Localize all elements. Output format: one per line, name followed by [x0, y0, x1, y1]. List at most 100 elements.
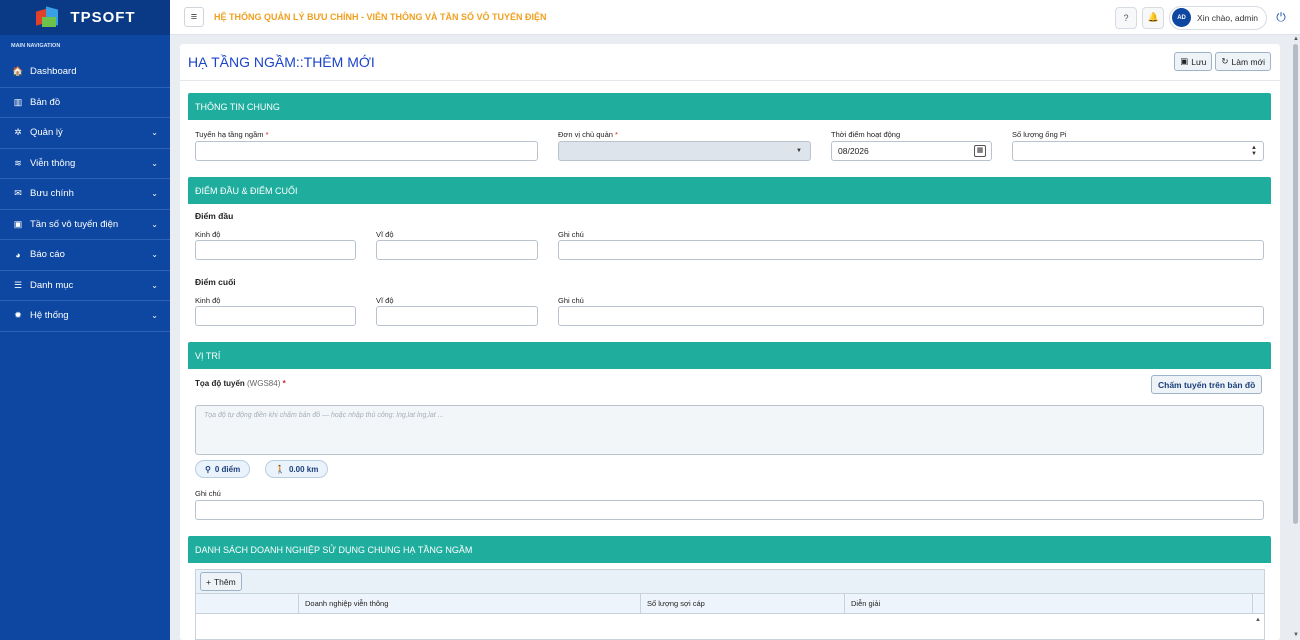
- end-lat-input[interactable]: [376, 306, 538, 326]
- start-lat-label: Vĩ độ: [376, 230, 394, 239]
- draw-route-button[interactable]: Chấm tuyến trên bản đồ: [1151, 375, 1263, 394]
- logo[interactable]: TPSOFT: [0, 0, 170, 35]
- question-icon: ?: [1123, 12, 1129, 23]
- page-scrollbar[interactable]: ▲ ▼: [1293, 36, 1299, 640]
- add-row-label: Thêm: [213, 576, 236, 587]
- sidebar-item-label: Danh mục: [30, 279, 74, 291]
- time-value: 08/2026: [838, 146, 869, 156]
- coords-label: Tọa độ tuyến (WGS84) *: [195, 379, 286, 388]
- caret-down-icon: ▼: [796, 148, 802, 154]
- system-title: HỆ THỐNG QUẢN LÝ BƯU CHÍNH - VIỄN THÔNG …: [214, 12, 547, 22]
- sidebar-item-label: Tần số vô tuyến điện: [30, 218, 119, 230]
- walking-icon: 🚶: [275, 464, 285, 474]
- plus-icon: +: [206, 576, 211, 587]
- sidebar-item-7[interactable]: ☰ Danh mục ⌄: [0, 271, 170, 301]
- help-button[interactable]: ?: [1115, 6, 1138, 29]
- col-fiber-count[interactable]: Số lượng sợi cáp: [641, 594, 845, 613]
- map-icon: ▥: [13, 96, 23, 107]
- scroll-down-icon[interactable]: ▼: [1293, 632, 1299, 638]
- avatar: AD: [1172, 8, 1192, 27]
- end-heading: Điểm cuối: [195, 277, 236, 287]
- pipe-count-input[interactable]: ▲ ▼: [1012, 141, 1264, 161]
- wifi-icon: ≋: [14, 157, 22, 168]
- chevron-down-icon: ⌄: [151, 280, 158, 290]
- pie-chart-icon: ◕: [15, 249, 21, 260]
- chevron-down-icon: ⌄: [151, 250, 158, 260]
- calendar-icon[interactable]: ▦: [974, 145, 986, 157]
- section-shared: DANH SÁCH DOANH NGHIỆP SỬ DỤNG CHUNG HẠ …: [188, 536, 1271, 563]
- end-note-input[interactable]: [558, 306, 1264, 326]
- notifications-button[interactable]: 🔔: [1142, 6, 1165, 29]
- grid-scroll-up-icon[interactable]: ▲: [1255, 617, 1261, 623]
- location-note-input[interactable]: [195, 500, 1264, 520]
- chevron-down-icon: ⌄: [151, 219, 158, 229]
- sidebar-item-3[interactable]: ≋ Viễn thông ⌄: [0, 149, 170, 179]
- distance-badge: 🚶 0.00 km: [265, 460, 329, 478]
- nav-header: MAIN NAVIGATION: [0, 35, 170, 57]
- page-header: HẠ TẦNG NGẦM::THÊM MỚI ▣ Lưu ↻ Làm mới: [180, 44, 1280, 81]
- power-icon: ⏻: [1276, 10, 1286, 24]
- sidebar-item-label: Viễn thông: [30, 157, 76, 169]
- shared-grid: + Thêm Doanh nghiệp viễn thông Số lượng s…: [195, 569, 1265, 640]
- nav-list: 🏠 Dashboard ▥ Bản đồ ✲ Quản lý ⌄ ≋ Viễn thông ⌄ ✉ B…: [0, 57, 170, 332]
- sidebar-item-4[interactable]: ✉ Bưu chính ⌄: [0, 179, 170, 210]
- add-row-button[interactable]: + Thêm: [200, 572, 242, 591]
- refresh-icon: ↻: [1221, 56, 1229, 66]
- menu-toggle-button[interactable]: ≡: [184, 7, 204, 27]
- sidebar-item-8[interactable]: ✹ Hệ thống ⌄: [0, 301, 170, 332]
- chevron-down-icon: ⌄: [151, 158, 158, 168]
- save-button-label: Lưu: [1191, 56, 1207, 67]
- section-endpoints: ĐIỂM ĐẦU & ĐIỂM CUỐI: [188, 177, 1271, 204]
- col-enterprise[interactable]: Doanh nghiệp viễn thông: [299, 594, 641, 613]
- spinner-icon[interactable]: ▲ ▼: [1251, 145, 1257, 157]
- logo-text: TPSOFT: [70, 9, 136, 26]
- route-input[interactable]: [195, 141, 538, 161]
- start-lng-input[interactable]: [195, 240, 356, 260]
- sidebar-item-1[interactable]: ▥ Bản đồ: [0, 88, 170, 118]
- start-note-input[interactable]: [558, 240, 1264, 260]
- points-count-badge: ⚲ 0 điểm: [195, 460, 251, 478]
- start-lat-input[interactable]: [376, 240, 538, 260]
- time-input[interactable]: 08/2026 ▦: [831, 141, 992, 161]
- end-lng-label: Kinh độ: [195, 296, 221, 305]
- sidebar-item-5[interactable]: ▣ Tần số vô tuyến điện ⌄: [0, 210, 170, 240]
- sidebar-item-label: Bưu chính: [30, 188, 74, 200]
- start-note-label: Ghi chú: [558, 230, 584, 239]
- sidebar-item-6[interactable]: ◕ Báo cáo ⌄: [0, 240, 170, 271]
- main-content: HẠ TẦNG NGẦM::THÊM MỚI ▣ Lưu ↻ Làm mới THÔ…: [180, 44, 1280, 640]
- cog-icon: ✹: [14, 310, 22, 321]
- time-label: Thời điểm hoạt động: [831, 130, 901, 139]
- sidebar-item-label: Dashboard: [30, 66, 77, 78]
- scrollbar-thumb[interactable]: [1293, 44, 1298, 524]
- sidebar-item-label: Bản đồ: [30, 96, 61, 108]
- reset-button-label: Làm mới: [1231, 56, 1265, 67]
- envelope-icon: ✉: [14, 188, 22, 199]
- col-description[interactable]: Diễn giải: [845, 594, 1253, 613]
- sidebar-item-2[interactable]: ✲ Quản lý ⌄: [0, 118, 170, 149]
- chevron-down-icon: ⌄: [151, 189, 158, 199]
- coords-textarea[interactable]: Tọa độ tự động điền khi chấm bản đồ — ho…: [195, 405, 1264, 455]
- sidebar-item-label: Báo cáo: [30, 249, 65, 261]
- chevron-down-icon: ⌄: [151, 128, 158, 138]
- sidebar-item-0[interactable]: 🏠 Dashboard: [0, 57, 170, 88]
- user-menu[interactable]: AD Xin chào, admin: [1169, 5, 1267, 30]
- chevron-down-icon: ⌄: [151, 311, 158, 321]
- owner-label: Đơn vị chủ quản *: [558, 130, 618, 139]
- reset-button[interactable]: ↻ Làm mới: [1215, 52, 1271, 71]
- route-label: Tuyến hạ tầng ngầm *: [195, 130, 269, 139]
- end-lng-input[interactable]: [195, 306, 356, 326]
- map-marker-icon: ⚲: [205, 464, 211, 474]
- logout-button[interactable]: ⏻: [1272, 10, 1290, 25]
- owner-select[interactable]: ▼: [558, 141, 811, 161]
- header-actions: ▣ Lưu ↻ Làm mới: [1174, 52, 1271, 71]
- id-card-icon: ▣: [13, 218, 23, 229]
- gears-icon: ✲: [14, 127, 22, 138]
- logo-cube-icon: [34, 5, 64, 29]
- list-icon: ☰: [13, 279, 23, 290]
- save-button[interactable]: ▣ Lưu: [1174, 52, 1213, 71]
- end-note-label: Ghi chú: [558, 296, 584, 305]
- sidebar: TPSOFT MAIN NAVIGATION 🏠 Dashboard ▥ Bản đồ…: [0, 0, 170, 640]
- location-note-label: Ghi chú: [195, 489, 221, 498]
- sidebar-item-label: Quản lý: [30, 127, 63, 139]
- scroll-up-icon[interactable]: ▲: [1293, 36, 1299, 42]
